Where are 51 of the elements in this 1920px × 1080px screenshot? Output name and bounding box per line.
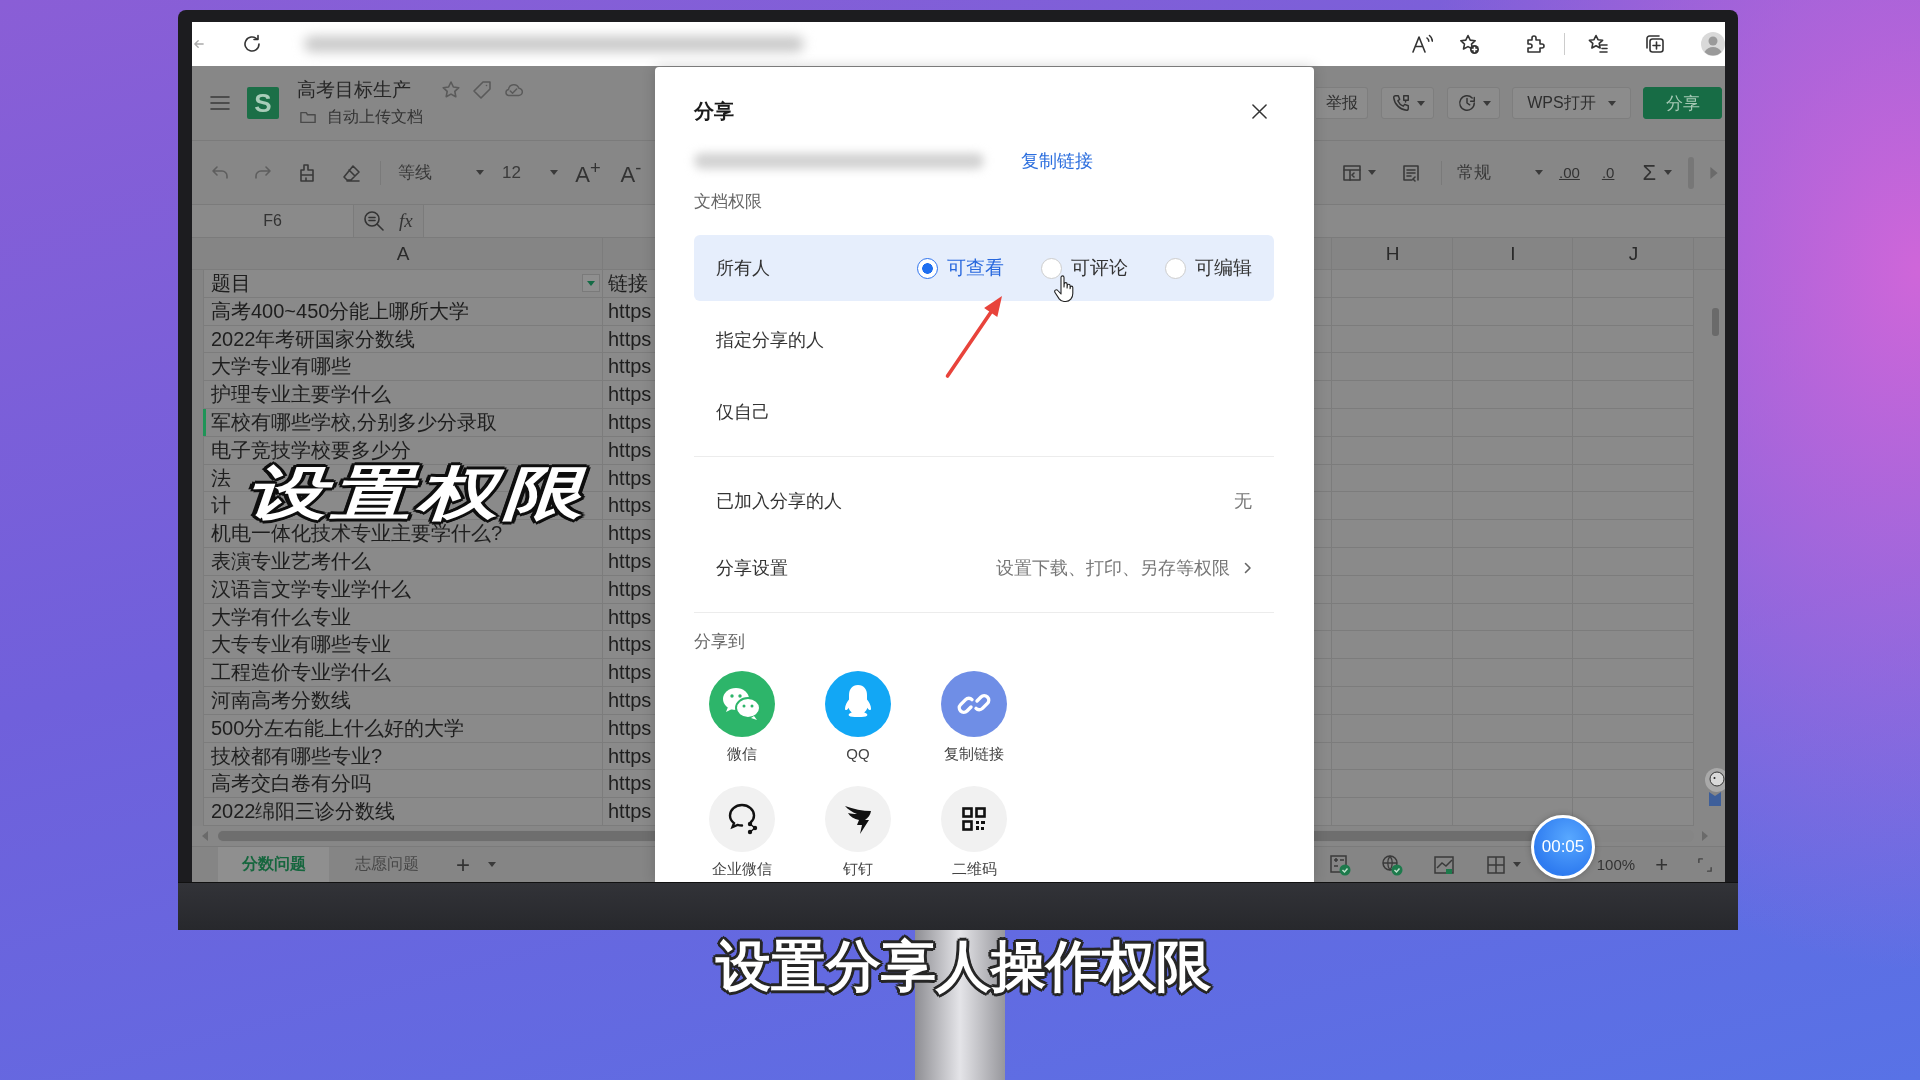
table-cell-text: https	[607, 660, 653, 686]
table-cell-text: https	[607, 354, 653, 380]
setting-label: 分享设置	[716, 556, 788, 580]
table-cell-text: https	[607, 715, 653, 741]
subtitle-caption: 设置分享人操作权限	[714, 934, 1212, 999]
table-cell-text: 大专专业有哪些专业	[210, 632, 392, 658]
table-cell-text: 计	[210, 493, 232, 519]
table-cell-text: https	[607, 298, 653, 324]
table-cell-text: 链接	[607, 271, 649, 296]
table-cell-text: 表演专业艺考什么	[210, 548, 372, 574]
option-label: 所有人	[716, 257, 770, 280]
app-logo: S	[247, 87, 279, 119]
table-cell-text: https	[607, 382, 653, 408]
table-cell-text: https	[607, 576, 653, 602]
table-cell-text: 大学有什么专业	[210, 604, 352, 630]
setting-label: 已加入分享的人	[716, 489, 842, 513]
document-title: 高考目标生产	[297, 79, 411, 101]
table-cell-text: 电子竞技学校要多少分	[210, 437, 412, 463]
table-cell-text: https	[607, 326, 653, 352]
table-cell-text: https	[607, 521, 653, 547]
table-cell-text: 护理专业主要学什么	[210, 382, 392, 408]
table-cell-text: https	[607, 771, 653, 797]
table-cell-text: https	[607, 743, 653, 769]
section-label: 分享到	[694, 631, 746, 653]
table-cell-text: https	[607, 604, 653, 630]
table-cell-text: 高考交白卷有分吗	[210, 771, 372, 797]
setting-value: 无	[1234, 489, 1252, 513]
table-cell-text: 高考400~450分能上哪所大学	[210, 298, 471, 324]
table-cell: 军校有哪些学校,分别多少分录取	[203, 409, 499, 436]
dialog-title: 分享	[694, 98, 734, 124]
table-cell-text: https	[607, 632, 653, 658]
table-cell-text: https	[607, 493, 653, 519]
table-cell-text: 河南高考分数线	[210, 687, 352, 713]
table-cell-text: 工程造价专业学什么	[210, 660, 392, 686]
header-cell-text: 题目	[211, 271, 251, 296]
table-cell-text: 2022绵阳三诊分数线	[210, 799, 397, 825]
table-cell-text: 2022年考研国家分数线	[210, 326, 417, 352]
table-cell-text: 汉语言文学专业学什么	[210, 576, 412, 602]
table-cell-text: https	[607, 437, 653, 463]
table-cell-text: 法	[210, 465, 232, 491]
table-cell-text: 500分左右能上什么好的大学	[210, 715, 466, 741]
table-cell-text: https	[607, 548, 653, 574]
zoom-level: 100%	[1596, 856, 1636, 873]
table-cell-text: 机电一体化技术专业主要学什么?	[210, 522, 504, 547]
table-cell-text: https	[607, 410, 653, 435]
table-cell-text: https	[607, 465, 653, 491]
table-cell-text: https	[607, 799, 653, 825]
table-cell-text: 大学专业有哪些	[210, 354, 352, 380]
table-cell-text: https	[607, 687, 653, 713]
section-label: 文档权限	[694, 191, 763, 213]
table-cell-text: 技校都有哪些专业?	[210, 743, 384, 769]
